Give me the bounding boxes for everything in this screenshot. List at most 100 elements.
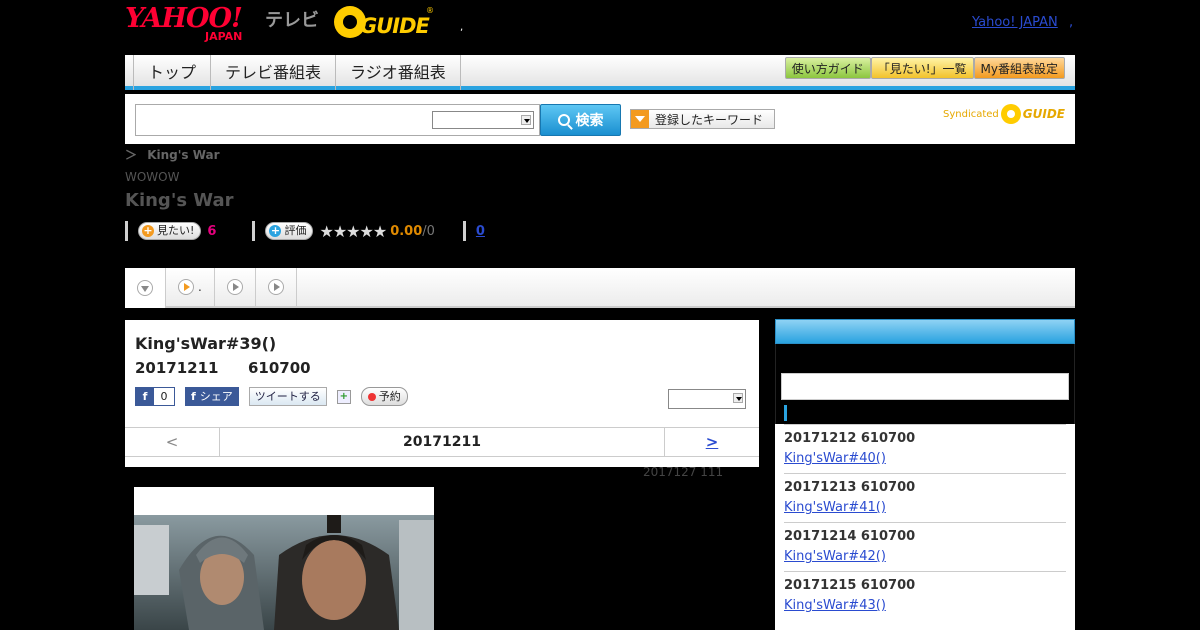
tv-label: テレビ	[265, 10, 319, 31]
list-item-date: 20171214 610700	[784, 529, 916, 544]
list-item-date: 20171212 610700	[784, 431, 916, 446]
record-dot-icon	[367, 392, 376, 401]
breadcrumb-current: King's War	[147, 148, 220, 162]
divider	[125, 221, 128, 241]
rate-button[interactable]: + 評価	[265, 222, 314, 240]
play-icon	[267, 279, 284, 295]
breadcrumb: ＞ King's War	[125, 146, 220, 163]
facebook-share-button[interactable]: f シェア	[185, 387, 239, 406]
gguide-logo-text: GUIDE	[360, 14, 430, 38]
want-button[interactable]: + 見たい!	[138, 222, 202, 240]
registered-mark: ®	[426, 6, 434, 15]
yahoo-logo-text: YAHOO!	[125, 3, 243, 34]
syndicated-gguide-logo[interactable]: Syndicated GUIDE	[943, 104, 1065, 124]
yahoo-japan-link[interactable]: Yahoo! JAPAN	[972, 15, 1058, 30]
channel-name: WOWOW	[125, 170, 180, 184]
episode-time: 610700	[248, 359, 311, 377]
search-button-label: 検索	[575, 113, 604, 129]
header-comma: ,	[1069, 15, 1074, 30]
registered-keyword-label: 登録したキーワード	[655, 112, 764, 127]
program-title: King's War	[125, 190, 234, 211]
plus-icon: +	[269, 224, 282, 237]
yahoo-logo-sub: JAPAN	[205, 30, 243, 43]
want-label: 見たい!	[157, 224, 195, 237]
next-day-button[interactable]: >	[664, 428, 759, 456]
prev-day-button[interactable]: <	[125, 428, 220, 456]
registered-keyword-button[interactable]: 登録したキーワード	[630, 109, 775, 129]
search-button[interactable]: 検索	[540, 104, 621, 136]
tab-tv-schedule[interactable]: テレビ番組表	[211, 55, 337, 90]
divider	[252, 221, 256, 241]
chevron-down-icon	[733, 393, 743, 403]
episode-title: King'sWar#39()	[135, 334, 277, 353]
search-bar: 検索 登録したキーワード Syndicated GUIDE	[125, 94, 1075, 144]
tab-2-label: .	[198, 280, 202, 294]
episode-select[interactable]	[668, 389, 746, 409]
sidebar-search-input[interactable]	[781, 373, 1069, 400]
main-nav: トップ テレビ番組表 ラジオ番組表 使い方ガイド 「見たい!」一覧 My番組表設…	[125, 55, 1075, 90]
gguide-mini-icon	[1000, 104, 1021, 124]
play-icon	[178, 279, 194, 295]
breadcrumb-sep: ＞	[125, 148, 138, 162]
list-item-date: 20171213 610700	[784, 480, 916, 495]
list-item: 20171215 610700 King'sWar#43()	[784, 571, 1066, 620]
want-count: 6	[207, 223, 217, 239]
facebook-share-label: シェア	[199, 390, 233, 403]
rate-label: 評価	[284, 224, 307, 237]
episode-date-nav: < 20171211 >	[125, 427, 759, 457]
sidebar-marker	[784, 405, 787, 421]
tab-current[interactable]	[125, 268, 166, 308]
rating-count: /0	[422, 223, 435, 239]
usage-guide-button[interactable]: 使い方ガイド	[784, 57, 871, 79]
syndicated-label: Syndicated	[943, 108, 999, 120]
tweet-button[interactable]: ツイートする	[248, 387, 327, 406]
gguide-logo[interactable]: GUIDE ®	[334, 6, 434, 40]
episode-photo	[134, 515, 434, 630]
facebook-like-button[interactable]: f 0	[135, 387, 175, 406]
facebook-like-count: 0	[154, 388, 174, 405]
reserve-button[interactable]: 予約	[360, 387, 408, 406]
add-calendar-icon[interactable]: +	[336, 389, 351, 404]
facebook-icon: f	[191, 390, 196, 403]
play-icon	[226, 279, 243, 295]
review-count-link[interactable]: 0	[476, 224, 485, 239]
episode-panel: King'sWar#39() 20171211 610700 f 0 f シェア…	[125, 320, 759, 467]
search-category-select[interactable]	[432, 111, 534, 129]
program-stats: + 見たい! 6 + 評価 ★★★★★ 0.00 /0 0	[125, 220, 485, 242]
nav-right-buttons: 使い方ガイド 「見たい!」一覧 My番組表設定	[784, 57, 1065, 79]
plus-icon: +	[142, 224, 154, 237]
episode-image	[134, 487, 434, 630]
list-item-link[interactable]: King'sWar#43()	[784, 598, 886, 613]
upcoming-episodes-list: 20171212 610700 King'sWar#40() 20171213 …	[775, 424, 1075, 630]
list-item-date: 20171215 610700	[784, 578, 916, 593]
list-item: 20171214 610700 King'sWar#42()	[784, 522, 1066, 571]
yahoo-logo[interactable]: YAHOO! JAPAN	[125, 3, 262, 43]
tab-2[interactable]: .	[166, 268, 215, 306]
sidebar-header	[775, 319, 1075, 344]
nav-tabs: トップ テレビ番組表 ラジオ番組表	[133, 55, 461, 90]
divider	[462, 221, 466, 241]
rating-score: 0.00	[390, 223, 423, 239]
dropdown-arrow-icon	[631, 110, 649, 128]
tab-top[interactable]: トップ	[133, 55, 212, 90]
list-item: 20171212 610700 King'sWar#40()	[784, 424, 1066, 473]
tab-4[interactable]	[256, 268, 297, 306]
my-schedule-settings-button[interactable]: My番組表設定	[973, 57, 1065, 79]
list-item: 20171213 610700 King'sWar#41()	[784, 473, 1066, 522]
header-dot: ,	[460, 22, 464, 33]
chevron-down-icon	[137, 280, 153, 296]
reserve-label: 予約	[378, 390, 401, 403]
facebook-icon: f	[136, 388, 154, 405]
want-list-button[interactable]: 「見たい!」一覧	[870, 57, 974, 79]
tab-3[interactable]	[215, 268, 256, 306]
content-tabstrip: .	[125, 268, 1075, 308]
syndicated-logo-text: GUIDE	[1022, 107, 1065, 121]
episode-date: 20171211	[135, 359, 219, 377]
list-item-link[interactable]: King'sWar#40()	[784, 451, 886, 466]
list-item-link[interactable]: King'sWar#41()	[784, 500, 886, 515]
social-buttons: f 0 f シェア ツイートする + 予約	[135, 387, 408, 406]
chevron-down-icon	[521, 115, 531, 125]
search-icon	[557, 114, 570, 126]
tab-radio-schedule[interactable]: ラジオ番組表	[336, 55, 461, 90]
list-item-link[interactable]: King'sWar#42()	[784, 549, 886, 564]
